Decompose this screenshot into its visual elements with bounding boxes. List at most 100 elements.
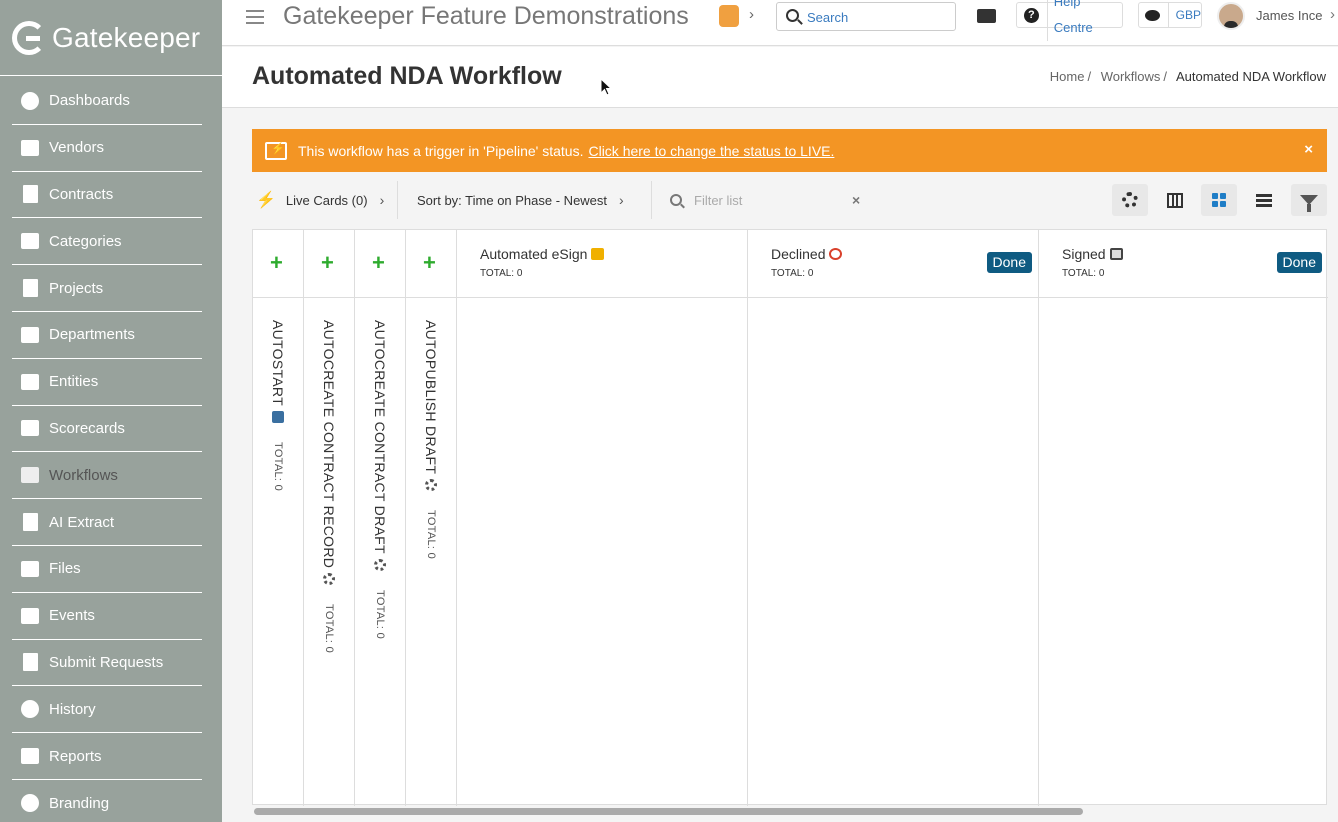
add-card-icon[interactable]: + xyxy=(372,252,385,274)
gear-icon xyxy=(323,573,335,586)
sidebar-item-entities[interactable]: Entities xyxy=(12,359,202,406)
sidebar-item-label: Entities xyxy=(49,373,99,391)
search-icon xyxy=(670,194,682,206)
add-card-icon[interactable]: + xyxy=(423,252,436,274)
sidebar-item-branding[interactable]: Branding xyxy=(12,780,202,822)
menu-toggle-icon[interactable] xyxy=(246,10,264,24)
user-name[interactable]: James Ince xyxy=(1256,8,1322,23)
phase-signed: Signed TOTAL: 0 Done xyxy=(1039,230,1328,806)
brand-logo[interactable]: Gatekeeper xyxy=(0,0,222,76)
close-icon[interactable]: × xyxy=(1304,141,1313,158)
settings-button[interactable] xyxy=(1112,184,1148,216)
chevron-right-icon[interactable]: › xyxy=(749,6,754,23)
currency-selector[interactable]: GBP xyxy=(1138,2,1202,28)
done-badge: Done xyxy=(986,252,1032,273)
scrollbar-thumb[interactable] xyxy=(254,808,1083,815)
sidebar-item-scorecards[interactable]: Scorecards xyxy=(12,406,202,453)
live-cards-button[interactable]: ⚡ Live Cards (0) › xyxy=(252,181,398,219)
phase-automated-esign: Automated eSign TOTAL: 0 xyxy=(457,230,748,806)
phase-title-text: Automated eSign xyxy=(480,246,588,262)
avatar[interactable] xyxy=(1217,2,1245,30)
sidebar-item-ai-extract[interactable]: AI Extract xyxy=(12,499,202,546)
sidebar-item-vendors[interactable]: Vendors xyxy=(12,125,202,172)
phase-title: Automated eSign xyxy=(480,246,605,262)
horizontal-scrollbar[interactable] xyxy=(253,806,1327,817)
history-icon xyxy=(18,699,42,719)
sidebar-item-contracts[interactable]: Contracts xyxy=(12,172,202,219)
board-view-button[interactable] xyxy=(1201,184,1237,216)
projects-icon xyxy=(18,278,42,298)
search-input[interactable] xyxy=(807,7,947,27)
breadcrumb-home[interactable]: Home xyxy=(1050,69,1085,84)
branding-icon xyxy=(18,793,42,813)
sidebar-item-events[interactable]: Events xyxy=(12,593,202,640)
sort-button[interactable]: Sort by: Time on Phase - Newest › xyxy=(398,181,652,219)
chevron-right-icon[interactable]: › xyxy=(1330,6,1335,23)
sidebar-item-label: Categories xyxy=(49,232,122,250)
checkbox-icon xyxy=(1109,248,1123,260)
sidebar-item-workflows[interactable]: Workflows xyxy=(12,452,202,500)
lane-title-text: AUTOCREATE CONTRACT RECORD xyxy=(321,320,337,569)
columns-icon xyxy=(1167,192,1183,208)
help-centre-button[interactable]: ? Help Centre xyxy=(1016,0,1123,41)
page-header: Automated NDA Workflow Home / Workflows / … xyxy=(222,47,1338,108)
lane-autopublish-draft: + AUTOPUBLISH DRAFT TOTAL: 0 xyxy=(406,230,457,806)
sidebar-item-departments[interactable]: Departments xyxy=(12,312,202,359)
prohibited-icon xyxy=(829,248,843,260)
add-card-icon[interactable]: + xyxy=(270,252,283,274)
lane-title: AUTOCREATE CONTRACT RECORD TOTAL: 0 xyxy=(321,320,337,653)
filter-input[interactable] xyxy=(694,192,844,208)
brand-name: Gatekeeper xyxy=(52,21,201,53)
sidebar-nav: Dashboards Vendors Contracts Categories … xyxy=(0,78,222,822)
submit-requests-icon xyxy=(18,652,42,672)
board-toolbar: ⚡ Live Cards (0) › Sort by: Time on Phas… xyxy=(252,181,1327,219)
ai-extract-icon xyxy=(18,512,42,532)
search-icon xyxy=(786,9,799,22)
global-search[interactable] xyxy=(776,2,956,31)
chevron-right-icon: › xyxy=(619,192,624,208)
filter-list: × xyxy=(652,181,872,219)
sidebar-item-history[interactable]: History xyxy=(12,686,202,734)
mail-icon[interactable] xyxy=(977,9,996,23)
events-icon xyxy=(18,606,42,626)
list-icon xyxy=(1256,193,1272,207)
entities-icon xyxy=(18,372,42,392)
list-view-button[interactable] xyxy=(1246,184,1282,216)
coins-icon xyxy=(1145,9,1160,21)
lane-total: TOTAL: 0 xyxy=(374,589,386,639)
sidebar-item-projects[interactable]: Projects xyxy=(12,265,202,312)
scorecards-icon xyxy=(18,418,42,438)
sidebar-item-files[interactable]: Files xyxy=(12,546,202,593)
columns-view-button[interactable] xyxy=(1157,184,1193,216)
workflows-icon xyxy=(18,465,42,485)
reports-icon xyxy=(18,746,42,766)
pipeline-status-banner: This workflow has a trigger in 'Pipeline… xyxy=(252,129,1327,172)
add-card-icon[interactable]: + xyxy=(321,252,334,274)
sidebar-item-label: Departments xyxy=(49,326,135,344)
sidebar-item-reports[interactable]: Reports xyxy=(12,733,202,780)
phase-title-text: Declined xyxy=(771,246,826,262)
lane-title: AUTOCREATE CONTRACT DRAFT TOTAL: 0 xyxy=(372,320,388,639)
filter-button[interactable] xyxy=(1291,184,1327,216)
phase-title-text: Signed xyxy=(1062,246,1106,262)
change-status-link[interactable]: Click here to change the status to LIVE. xyxy=(588,143,834,159)
gatekeeper-logo-icon xyxy=(12,20,46,55)
sidebar-item-submit-requests[interactable]: Submit Requests xyxy=(12,640,202,687)
sidebar-item-label: Submit Requests xyxy=(49,653,164,671)
sidebar-item-label: Scorecards xyxy=(49,419,125,437)
done-badge: Done xyxy=(1276,252,1322,273)
organisation-title[interactable]: Gatekeeper Feature Demonstrations xyxy=(283,2,689,31)
breadcrumb: Home / Workflows / Automated NDA Workflow xyxy=(1049,69,1326,84)
lane-title: AUTOPUBLISH DRAFT TOTAL: 0 xyxy=(423,320,439,559)
dashboard-icon xyxy=(18,91,42,111)
lane-total: TOTAL: 0 xyxy=(272,441,284,492)
sidebar-item-label: Workflows xyxy=(49,466,118,484)
clear-filter-icon[interactable]: × xyxy=(852,192,860,208)
lane-autostart: + AUTOSTART TOTAL: 0 xyxy=(253,230,304,806)
phase-total: TOTAL: 0 xyxy=(771,268,814,279)
sidebar-item-categories[interactable]: Categories xyxy=(12,218,202,266)
sidebar-item-dashboards[interactable]: Dashboards xyxy=(12,78,202,125)
currency-label: GBP xyxy=(1167,2,1201,28)
chevron-right-icon: › xyxy=(379,192,385,208)
breadcrumb-workflows[interactable]: Workflows xyxy=(1101,69,1161,84)
